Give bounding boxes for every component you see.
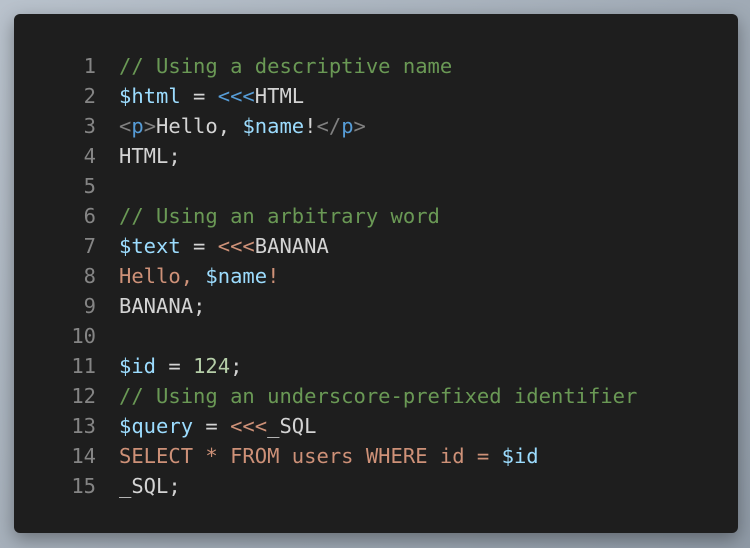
code-line: 1 // Using a descriptive name xyxy=(14,51,738,81)
code-line: 7 $text = <<<BANANA xyxy=(14,231,738,261)
code-line: 8 Hello, $name! xyxy=(14,261,738,291)
line-number: 13 xyxy=(71,414,96,438)
line-content: _SQL; xyxy=(119,474,181,498)
line-content: $id = 124; xyxy=(119,354,242,378)
code-token: Hello, xyxy=(119,264,206,288)
code-token: BANANA xyxy=(119,294,194,318)
code-token: SELECT * FROM users WHERE id = xyxy=(119,444,502,468)
line-content: Hello, $name! xyxy=(119,264,279,288)
code-token: = xyxy=(180,234,218,258)
code-token: $text xyxy=(119,234,181,258)
code-line: 12 // Using an underscore-prefixed identi… xyxy=(14,381,738,411)
line-number: 14 xyxy=(71,444,96,468)
line-number: 5 xyxy=(83,174,96,198)
code-line: 4 HTML; xyxy=(14,141,738,171)
line-number: 9 xyxy=(83,294,96,318)
code-line: 14 SELECT * FROM users WHERE id = $id xyxy=(14,441,738,471)
code-token: Hello, xyxy=(156,114,243,138)
line-number: 2 xyxy=(83,84,96,108)
code-token: HTML xyxy=(119,144,169,168)
line-number: 4 xyxy=(83,144,96,168)
code-token: < xyxy=(119,114,132,138)
code-token: p xyxy=(131,114,144,138)
code-token: > xyxy=(353,114,366,138)
code-token: ! xyxy=(267,264,280,288)
code-token: ; xyxy=(168,474,181,498)
code-line: 13 $query = <<<_SQL xyxy=(14,411,738,441)
code-token: </ xyxy=(316,114,342,138)
code-line: 6 // Using an arbitrary word xyxy=(14,201,738,231)
line-number: 11 xyxy=(71,354,96,378)
code-token: $name xyxy=(205,264,268,288)
line-content: $query = <<<_SQL xyxy=(119,414,317,438)
line-content: $html = <<<HTML xyxy=(119,84,304,108)
code-token: <<< xyxy=(217,84,255,108)
line-number: 8 xyxy=(83,264,96,288)
line-content: // Using a descriptive name xyxy=(119,54,452,78)
code-token: = xyxy=(193,414,231,438)
code-token: <<< xyxy=(230,414,268,438)
code-token: // Using an underscore-prefixed identifi… xyxy=(119,384,638,408)
line-content: // Using an underscore-prefixed identifi… xyxy=(119,384,637,408)
code-lines: 1// Using a descriptive name 2 $html = <<<… xyxy=(14,51,738,501)
line-content: SELECT * FROM users WHERE id = $id xyxy=(119,444,539,468)
code-token: ; xyxy=(230,354,243,378)
code-token: HTML xyxy=(254,84,305,108)
code-token: ; xyxy=(193,294,206,318)
code-token: = xyxy=(180,84,218,108)
code-window: 1// Using a descriptive name 2 $html = <<<… xyxy=(14,14,738,533)
line-content: $text = <<<BANANA xyxy=(119,234,329,258)
line-content: HTML; xyxy=(119,144,181,168)
line-number: 10 xyxy=(71,324,96,348)
code-line: 11 $id = 124; xyxy=(14,351,738,381)
code-token: <<< xyxy=(217,234,255,258)
line-number: 15 xyxy=(71,474,96,498)
code-token: $html xyxy=(119,84,181,108)
code-line: 2 $html = <<<HTML xyxy=(14,81,738,111)
code-token: $id xyxy=(501,444,539,468)
code-line: 5 xyxy=(14,171,738,201)
code-line: 9 BANANA; xyxy=(14,291,738,321)
line-content: // Using an arbitrary word xyxy=(119,204,440,228)
line-number: 1 xyxy=(83,54,96,78)
code-line: 15 _SQL; xyxy=(14,471,738,501)
code-line: 3 <p>Hello, $name!</p> xyxy=(14,111,738,141)
line-content: BANANA; xyxy=(119,294,205,318)
code-token: BANANA xyxy=(254,234,329,258)
code-token: p xyxy=(341,114,354,138)
code-token: ; xyxy=(168,144,181,168)
code-token: 124 xyxy=(193,354,231,378)
code-token: // Using an arbitrary word xyxy=(119,204,440,228)
code-token: _SQL xyxy=(119,474,169,498)
line-number: 3 xyxy=(83,114,96,138)
line-number: 7 xyxy=(83,234,96,258)
line-number: 6 xyxy=(83,204,96,228)
code-token: _SQL xyxy=(267,414,317,438)
code-token: > xyxy=(143,114,157,138)
code-token: $name xyxy=(242,114,305,138)
code-token: $id xyxy=(119,354,157,378)
code-line: 10 xyxy=(14,321,738,351)
code-token: ! xyxy=(304,114,317,138)
code-token: = xyxy=(156,354,194,378)
code-token: $query xyxy=(119,414,194,438)
code-token: // Using a descriptive name xyxy=(119,54,453,78)
line-number: 12 xyxy=(71,384,96,408)
line-content: <p>Hello, $name!</p> xyxy=(119,114,366,138)
